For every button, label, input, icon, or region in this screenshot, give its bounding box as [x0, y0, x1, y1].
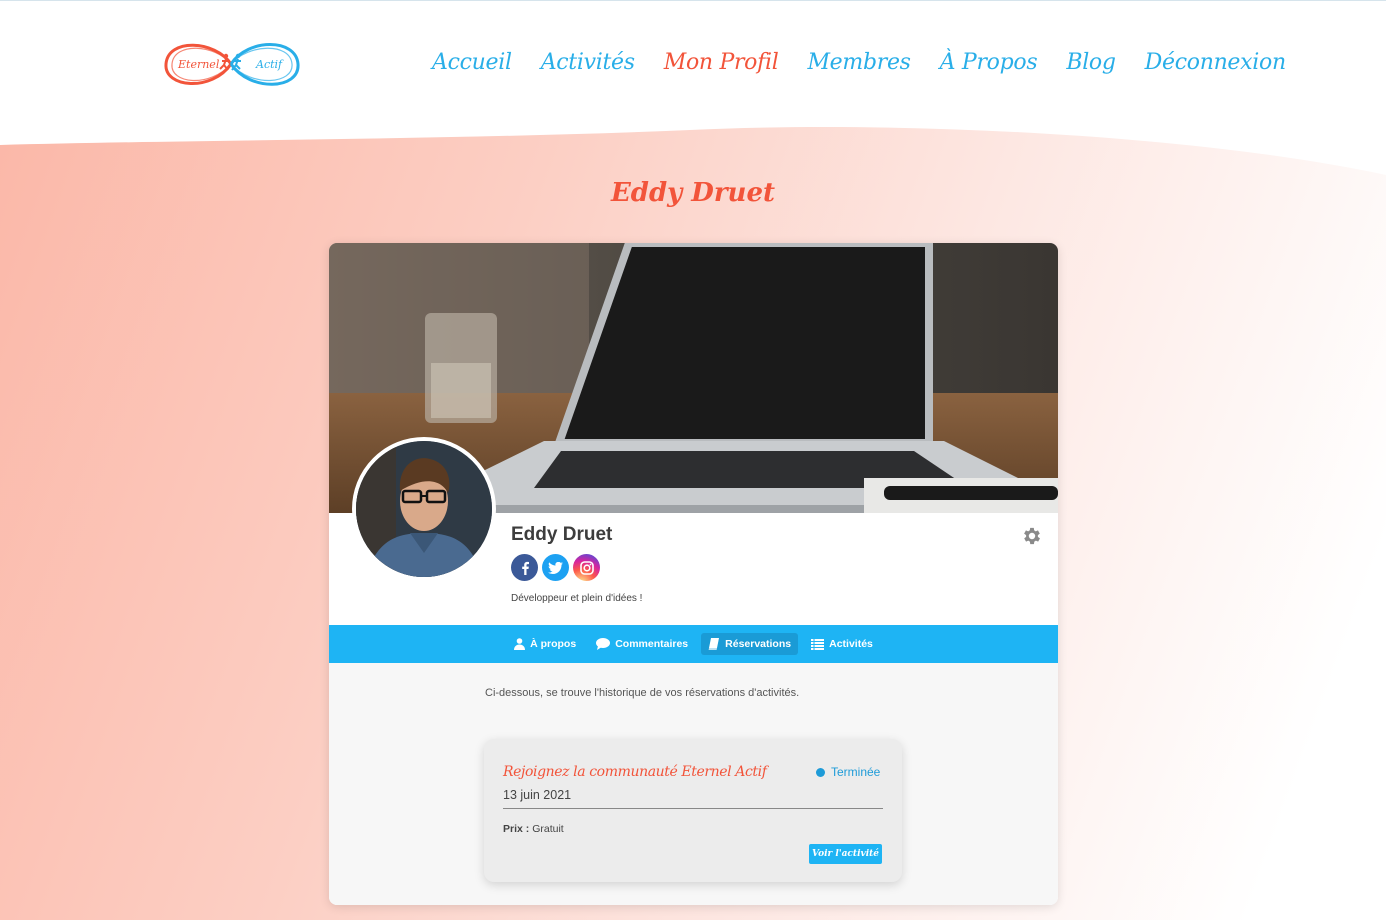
- tab-a-propos[interactable]: À propos: [507, 633, 583, 655]
- profile-name: Eddy Druet: [511, 524, 613, 545]
- comment-icon: [596, 638, 611, 650]
- profile-bio: Développeur et plein d'idées !: [511, 593, 643, 604]
- site-logo[interactable]: Eternel Actif: [160, 30, 302, 98]
- twitter-icon[interactable]: [542, 554, 569, 581]
- nav-blog[interactable]: Blog: [1066, 50, 1116, 75]
- nav-deconnexion[interactable]: Déconnexion: [1145, 50, 1286, 75]
- price-value: Gratuit: [532, 823, 564, 835]
- nav-accueil[interactable]: Accueil: [432, 50, 512, 75]
- reservation-price: Prix : Gratuit: [503, 823, 564, 835]
- profile-card: Eddy Druet Développeur et plein d'idées …: [329, 243, 1058, 905]
- settings-gear-icon[interactable]: [1021, 525, 1043, 547]
- logo-text-left: Eternel: [177, 58, 220, 71]
- book-icon: [708, 638, 720, 650]
- main-nav: Accueil Activités Mon Profil Membres À P…: [432, 50, 1286, 75]
- nav-a-propos[interactable]: À Propos: [940, 50, 1038, 75]
- reservation-title[interactable]: Rejoignez la communauté Eternel Actif: [503, 764, 767, 780]
- page-title: Eddy Druet: [610, 178, 776, 208]
- reservations-panel: Ci-dessous, se trouve l'historique de vo…: [329, 663, 1058, 905]
- nav-membres[interactable]: Membres: [807, 50, 911, 75]
- facebook-icon[interactable]: [511, 554, 538, 581]
- tab-label: Réservations: [725, 638, 792, 650]
- infinity-logo-icon: Eternel Actif: [164, 43, 300, 86]
- instagram-icon[interactable]: [573, 554, 600, 581]
- reservation-status: Terminée: [816, 765, 880, 779]
- nav-mon-profil[interactable]: Mon Profil: [664, 50, 779, 75]
- tab-label: Activités: [829, 638, 873, 650]
- profile-avatar[interactable]: [352, 437, 496, 581]
- social-links: [511, 554, 600, 581]
- site-header: Eternel Actif Accueil Activités Mon Prof…: [0, 0, 1386, 130]
- list-icon: [811, 638, 825, 650]
- tab-label: À propos: [530, 638, 577, 650]
- reservations-intro: Ci-dessous, se trouve l'historique de vo…: [485, 687, 800, 699]
- user-icon: [514, 638, 526, 650]
- reservation-card: Rejoignez la communauté Eternel Actif 13…: [484, 739, 902, 882]
- logo-text-right: Actif: [255, 58, 284, 71]
- reservation-date: 13 juin 2021: [503, 788, 572, 802]
- tab-commentaires[interactable]: Commentaires: [589, 633, 695, 655]
- status-dot-icon: [816, 767, 825, 777]
- price-label: Prix :: [503, 823, 530, 835]
- tab-label: Commentaires: [615, 638, 689, 650]
- status-label: Terminée: [831, 765, 881, 779]
- avatar-image: [356, 441, 492, 577]
- nav-activites[interactable]: Activités: [541, 50, 635, 75]
- profile-tabs: À propos Commentaires Réservations Activ…: [329, 625, 1058, 663]
- tab-activites[interactable]: Activités: [804, 633, 880, 655]
- divider: [503, 808, 883, 809]
- tab-reservations[interactable]: Réservations: [701, 633, 799, 655]
- view-activity-button[interactable]: Voir l'activité: [809, 844, 882, 864]
